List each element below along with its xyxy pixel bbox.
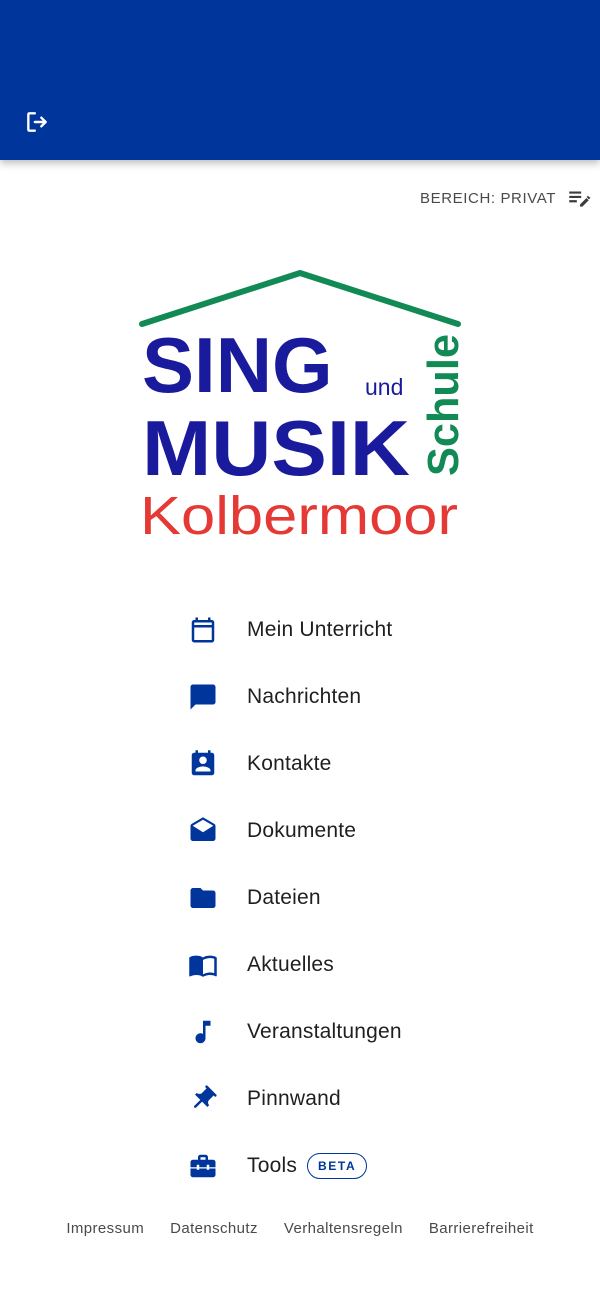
menu-item-kontakte[interactable]: Kontakte [180,730,480,797]
menu-item-label: Mein Unterricht [247,617,393,641]
logo-roof [139,270,461,327]
menu-item-dokumente[interactable]: Dokumente [180,797,480,864]
footer-link-barrierefreiheit[interactable]: Barrierefreiheit [429,1220,534,1246]
contacts-icon [191,749,215,775]
mail-open-icon [190,816,216,841]
folder-icon [190,887,216,908]
logo-sing: SING [142,321,333,409]
book-icon [189,955,217,977]
menu-item-label: Pinnwand [247,1086,341,1110]
music-note-icon [195,1020,211,1043]
menu-item-pinnwand[interactable]: Pinnwand [180,1065,480,1132]
menu-item-label: Dokumente [247,818,357,842]
beta-badge: BETA [307,1152,368,1179]
logo-schule: Schule [419,334,464,476]
chat-icon [190,684,216,709]
toolbox-icon [190,1154,216,1177]
menu-item-label: Nachrichten [247,684,362,708]
main-menu: Mein Unterricht Nachrichten Kontakte Dok… [180,596,480,1199]
logout-icon [27,112,47,132]
menu-item-label: Veranstaltungen [247,1019,402,1043]
area-label: BEREICH: PRIVAT [420,189,556,207]
logo-kolbermoor: Kolbermoor [140,486,458,543]
app-bar [0,0,600,160]
footer-link-verhaltensregeln[interactable]: Verhaltensregeln [284,1220,403,1246]
footer-link-impressum[interactable]: Impressum [66,1220,144,1246]
menu-item-label: Tools [247,1153,298,1177]
menu-item-label: Aktuelles [247,952,335,976]
footer-link-datenschutz[interactable]: Datenschutz [170,1220,258,1246]
area-selector[interactable]: BEREICH: PRIVAT [420,184,592,212]
menu-item-mein-unterricht[interactable]: Mein Unterricht [180,596,480,663]
footer-links: Impressum Datenschutz Verhaltensregeln B… [0,1220,600,1246]
menu-item-aktuelles[interactable]: Aktuelles [180,931,480,998]
menu-item-veranstaltungen[interactable]: Veranstaltungen [180,998,480,1065]
menu-item-label: Kontakte [247,751,332,775]
list-edit-icon [569,191,591,207]
menu-item-label: Dateien [247,885,321,909]
logo-musik: MUSIK [142,404,410,492]
logo-und: und [365,374,403,400]
calendar-icon [191,617,215,642]
menu-item-tools[interactable]: Tools BETA [180,1132,480,1199]
menu-item-nachrichten[interactable]: Nachrichten [180,663,480,730]
pin-icon [194,1084,217,1108]
logout-button[interactable] [18,104,56,140]
school-logo: SING und MUSIK Schule Kolbermoor [139,270,464,543]
menu-item-dateien[interactable]: Dateien [180,864,480,931]
